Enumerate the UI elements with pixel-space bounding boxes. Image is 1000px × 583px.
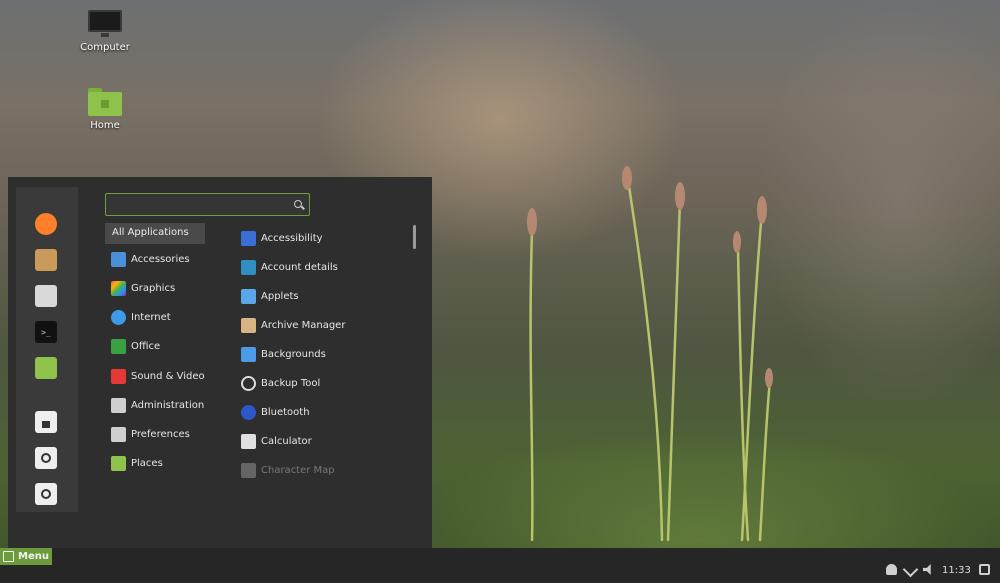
- app-label: Character Map: [261, 464, 335, 476]
- category-label: Preferences: [131, 428, 190, 440]
- search-box[interactable]: [105, 193, 310, 216]
- volume-icon[interactable]: [923, 564, 931, 575]
- favorites-bar: >_: [16, 187, 78, 512]
- app-label: Account details: [261, 261, 338, 273]
- search-icon: [294, 200, 302, 208]
- network-icon[interactable]: [902, 561, 919, 578]
- bottom-panel: Menu 11:33: [0, 548, 1000, 583]
- calculator-icon: [241, 433, 256, 449]
- app-label: Bluetooth: [261, 406, 310, 418]
- account-icon: [241, 259, 256, 275]
- category-label: Office: [131, 340, 161, 352]
- category-office[interactable]: Office: [111, 337, 160, 355]
- home-folder-icon: [88, 88, 122, 116]
- app-label: Archive Manager: [261, 319, 346, 331]
- computer-desktop-icon[interactable]: Computer: [75, 8, 135, 53]
- mint-logo-icon: [3, 551, 14, 562]
- app-applets[interactable]: Applets: [241, 287, 299, 305]
- app-accessibility[interactable]: Accessibility: [241, 229, 323, 247]
- home-label: Home: [90, 120, 120, 131]
- category-preferences[interactable]: Preferences: [111, 425, 190, 443]
- category-all-applications[interactable]: All Applications: [105, 223, 205, 244]
- lock-icon[interactable]: [35, 411, 57, 433]
- search-input[interactable]: [112, 197, 282, 212]
- app-label: Backgrounds: [261, 348, 326, 360]
- office-icon: [111, 338, 126, 354]
- application-menu: >_ All Applications Accessories Graphics…: [8, 177, 432, 548]
- user-icon[interactable]: [886, 564, 897, 575]
- category-label: Administration: [131, 399, 205, 411]
- app-archive-manager[interactable]: Archive Manager: [241, 316, 345, 334]
- settings-icon[interactable]: [35, 285, 57, 307]
- category-internet[interactable]: Internet: [111, 308, 171, 326]
- administration-icon: [111, 397, 126, 413]
- category-label: Internet: [131, 311, 171, 323]
- app-account-details[interactable]: Account details: [241, 258, 338, 276]
- preferences-icon: [111, 426, 126, 442]
- backup-icon: [241, 375, 256, 391]
- app-backgrounds[interactable]: Backgrounds: [241, 345, 326, 363]
- app-list-scrollbar[interactable]: [413, 225, 416, 249]
- category-label: Sound & Video: [131, 370, 205, 382]
- accessories-icon: [111, 251, 126, 267]
- accessibility-icon: [241, 230, 256, 246]
- app-calculator[interactable]: Calculator: [241, 432, 312, 450]
- app-label: Calculator: [261, 435, 312, 447]
- computer-icon: [86, 8, 124, 38]
- app-character-map[interactable]: Character Map: [241, 461, 335, 479]
- terminal-icon[interactable]: >_: [35, 321, 57, 343]
- home-desktop-icon[interactable]: Home: [75, 88, 135, 131]
- places-folder-icon: [111, 455, 126, 471]
- category-administration[interactable]: Administration: [111, 396, 204, 414]
- menu-button-label: Menu: [18, 551, 49, 562]
- app-label: Accessibility: [261, 232, 323, 244]
- category-label: All Applications: [112, 227, 189, 238]
- notification-icon[interactable]: [979, 564, 990, 575]
- sound-video-icon: [111, 368, 126, 384]
- category-label: Graphics: [131, 282, 176, 294]
- package-icon[interactable]: [35, 249, 57, 271]
- power-icon[interactable]: [35, 483, 57, 505]
- applets-icon: [241, 288, 256, 304]
- bluetooth-icon: [241, 404, 256, 420]
- backgrounds-icon: [241, 346, 256, 362]
- character-map-icon: [241, 462, 256, 478]
- app-backup-tool[interactable]: Backup Tool: [241, 374, 320, 392]
- logout-icon[interactable]: [35, 447, 57, 469]
- firefox-icon[interactable]: [35, 213, 57, 235]
- app-label: Backup Tool: [261, 377, 321, 389]
- folder-icon[interactable]: [35, 357, 57, 379]
- archive-icon: [241, 317, 256, 333]
- category-graphics[interactable]: Graphics: [111, 279, 175, 297]
- category-accessories[interactable]: Accessories: [111, 250, 190, 268]
- category-places[interactable]: Places: [111, 454, 163, 472]
- menu-button[interactable]: Menu: [0, 548, 52, 565]
- clock[interactable]: 11:33: [942, 565, 971, 576]
- app-bluetooth[interactable]: Bluetooth: [241, 403, 310, 421]
- internet-icon: [111, 309, 126, 325]
- category-label: Accessories: [131, 253, 190, 265]
- graphics-icon: [111, 280, 126, 296]
- category-label: Places: [131, 457, 163, 469]
- app-label: Applets: [261, 290, 299, 302]
- category-sound-video[interactable]: Sound & Video: [111, 367, 205, 385]
- computer-label: Computer: [80, 42, 130, 53]
